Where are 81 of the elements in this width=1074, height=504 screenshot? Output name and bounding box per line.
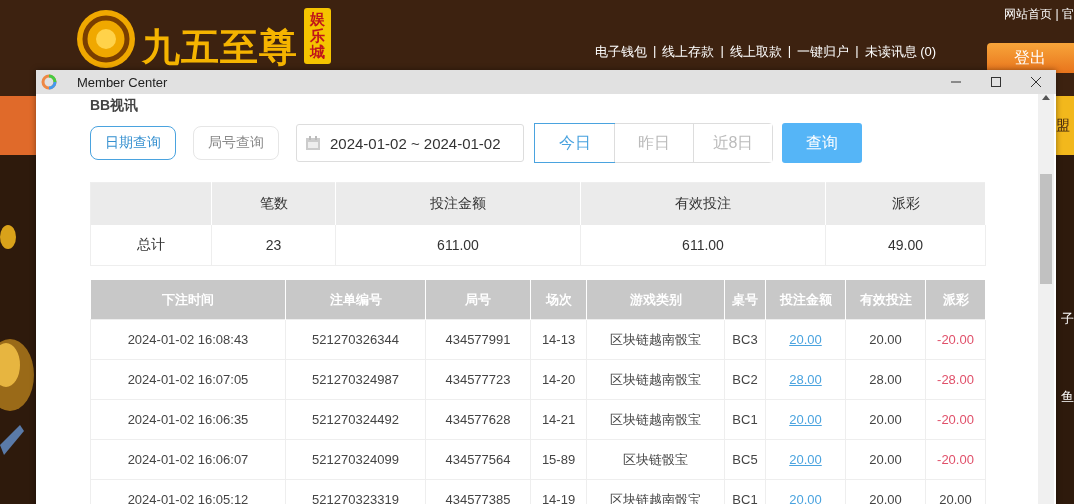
payout-cell: -20.00 <box>937 412 974 427</box>
nav-link[interactable]: 电子钱包 <box>595 43 647 61</box>
range-option[interactable]: 今日 <box>535 124 614 162</box>
table-cell: 434577723 <box>445 372 511 387</box>
stake-link[interactable]: 20.00 <box>789 412 822 427</box>
top-links[interactable]: 网站首页 | 官 <box>1004 6 1074 23</box>
brand-badge: 娱乐城 <box>304 8 331 64</box>
table-cell: 521270324492 <box>312 412 399 427</box>
table-cell: 14-19 <box>541 492 576 504</box>
nav-separator: | <box>787 43 792 60</box>
nav-link[interactable]: 未读讯息 (0) <box>864 43 937 61</box>
table-cell: 2024-01-02 16:06:07 <box>127 452 249 467</box>
query-mode-tab[interactable]: 日期查询 <box>90 126 176 160</box>
table-cell: 14-13 <box>541 332 576 347</box>
side-label: 子 <box>1061 310 1074 328</box>
table-cell: 28.00 <box>869 372 902 387</box>
table-cell: BC3 <box>732 332 758 347</box>
logout-button[interactable]: 登出 <box>987 43 1074 73</box>
range-option[interactable]: 近8日 <box>693 124 772 162</box>
table-cell: 611.00 <box>437 237 479 253</box>
scroll-thumb[interactable] <box>1040 174 1052 284</box>
table-cell: 434577564 <box>445 452 511 467</box>
nav-link[interactable]: 线上存款 <box>662 43 715 61</box>
table-cell: 521270324099 <box>312 452 399 467</box>
table-cell: 2024-01-02 16:07:05 <box>127 372 249 387</box>
table-cell: 15-89 <box>541 452 576 467</box>
table-cell: 2024-01-02 16:08:43 <box>127 332 249 347</box>
stake-link[interactable]: 20.00 <box>789 332 822 347</box>
section-heading: BB视讯 <box>90 96 139 114</box>
table-cell: 区块链越南骰宝 <box>610 331 701 347</box>
table-cell: BC1 <box>732 412 758 427</box>
table-cell: 14-20 <box>541 372 576 387</box>
table-cell: 434577385 <box>445 492 511 504</box>
table-cell: 2024-01-02 16:05:12 <box>127 492 249 504</box>
app-icon <box>41 74 57 90</box>
brand-name: 九五至尊 <box>142 25 298 70</box>
nav-separator: | <box>653 43 657 60</box>
query-button[interactable]: 查询 <box>782 123 862 163</box>
table-cell: 521270326344 <box>312 332 399 347</box>
date-range-field[interactable]: 2024-01-02 ~ 2024-01-02 <box>296 124 524 162</box>
window-title: Member Center <box>77 74 168 90</box>
table-cell: BC2 <box>732 372 758 387</box>
column-header: 笔数 <box>259 195 288 211</box>
payout-cell: -28.00 <box>937 372 974 387</box>
table-cell: 区块链越南骰宝 <box>610 371 701 387</box>
logo-icon <box>76 8 136 70</box>
side-label: 盟 <box>1056 116 1070 135</box>
side-label: 鱼 <box>1061 388 1074 406</box>
table-cell: 49.00 <box>887 237 923 253</box>
table-cell: 23 <box>265 237 282 253</box>
table-cell: 14-21 <box>541 412 576 427</box>
nav-separator: | <box>855 43 859 60</box>
column-header: 派彩 <box>891 195 920 211</box>
column-header: 有效投注 <box>675 195 731 211</box>
stake-link[interactable]: 20.00 <box>789 452 822 467</box>
table-cell: 20.00 <box>869 492 902 504</box>
nav-separator: | <box>720 43 724 60</box>
table-cell: 总计 <box>137 236 165 252</box>
column-header: 投注金额 <box>430 195 486 211</box>
table-cell: 611.00 <box>682 237 724 253</box>
payout-cell: -20.00 <box>937 332 974 347</box>
table-cell: 521270323319 <box>312 492 399 504</box>
query-mode-tab[interactable]: 局号查询 <box>193 126 279 160</box>
table-cell: 区块链越南骰宝 <box>610 411 701 427</box>
payout-cell: 20.00 <box>939 492 972 504</box>
scrollbar[interactable] <box>1038 94 1054 504</box>
nav-link[interactable]: 一键归户 <box>797 43 850 61</box>
table-cell: 20.00 <box>869 452 902 467</box>
table-cell: BC5 <box>732 452 758 467</box>
table-cell: 521270324987 <box>312 372 399 387</box>
table-cell: 434577991 <box>445 332 511 347</box>
nav-link[interactable]: 线上取款 <box>729 43 782 61</box>
table-cell: 20.00 <box>869 332 902 347</box>
table-cell: BC1 <box>732 492 758 504</box>
stake-link[interactable]: 20.00 <box>789 492 822 504</box>
table-cell: 2024-01-02 16:06:35 <box>127 412 249 427</box>
table-cell: 20.00 <box>869 412 902 427</box>
stake-link[interactable]: 28.00 <box>789 372 822 387</box>
payout-cell: -20.00 <box>937 452 974 467</box>
table-cell: 区块链骰宝 <box>623 451 688 467</box>
table-cell: 434577628 <box>445 412 511 427</box>
